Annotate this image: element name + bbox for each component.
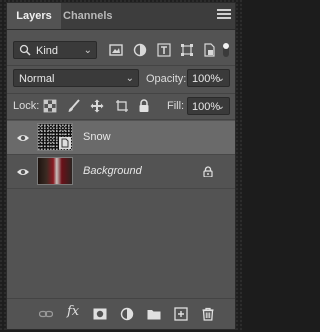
adjustment-filter-icon[interactable] <box>133 43 147 57</box>
divider <box>7 65 235 66</box>
layer-locked-icon[interactable] <box>203 166 213 177</box>
blend-mode-label: Normal <box>19 73 55 85</box>
layer-thumbnail-background <box>37 157 73 185</box>
divider <box>7 119 235 120</box>
link-layers-icon[interactable] <box>39 307 53 321</box>
new-adjustment-layer-icon[interactable] <box>120 307 134 321</box>
delete-layer-trash-icon[interactable] <box>201 307 215 321</box>
visibility-eye-icon[interactable] <box>16 167 30 177</box>
shape-filter-icon[interactable] <box>180 43 194 57</box>
search-icon <box>19 44 31 56</box>
lock-artboard-icon[interactable] <box>115 99 129 113</box>
layer-thumbnail-snow <box>37 123 73 151</box>
image-filter-icon[interactable] <box>109 43 123 57</box>
chevron-down-icon: ⌄ <box>216 73 225 84</box>
fill-label: Fill: <box>167 100 185 112</box>
lock-all-icon[interactable] <box>137 99 151 113</box>
smart-object-badge-icon <box>59 137 71 149</box>
add-layer-mask-icon[interactable] <box>93 307 107 321</box>
layer-name-background[interactable]: Background <box>83 165 142 177</box>
divider <box>7 93 235 94</box>
layers-bottom-toolbar: fx <box>7 298 235 329</box>
lock-position-move-icon[interactable] <box>90 99 104 113</box>
opacity-field[interactable]: 100% ⌄ <box>187 69 230 87</box>
lock-label: Lock: <box>13 100 40 112</box>
smart-object-filter-icon[interactable] <box>202 43 216 57</box>
new-group-folder-icon[interactable] <box>147 307 161 321</box>
tab-bar: Layers Channels <box>7 3 235 30</box>
blend-mode-dropdown[interactable]: Normal ⌄ <box>13 69 139 87</box>
lock-transparent-pixels-icon[interactable] <box>43 99 57 113</box>
layer-row-snow[interactable]: Snow <box>7 121 235 155</box>
layer-style-fx-icon[interactable]: fx <box>67 304 83 319</box>
chevron-down-icon: ⌄ <box>83 45 92 56</box>
chevron-down-icon: ⌄ <box>216 101 225 112</box>
filter-kind-dropdown[interactable]: Kind ⌄ <box>13 41 97 59</box>
tab-channels[interactable]: Channels <box>63 3 113 29</box>
new-layer-icon[interactable] <box>174 307 188 321</box>
visibility-eye-icon[interactable] <box>16 133 30 143</box>
filter-toggle[interactable] <box>223 43 229 57</box>
filter-kind-label: Kind <box>36 45 59 57</box>
lock-image-pixels-brush-icon[interactable] <box>67 99 81 113</box>
fill-field[interactable]: 100% ⌄ <box>187 97 230 115</box>
tab-layers[interactable]: Layers <box>7 3 61 29</box>
opacity-label: Opacity: <box>146 73 187 85</box>
type-filter-icon[interactable] <box>157 43 171 57</box>
chevron-down-icon: ⌄ <box>125 73 134 84</box>
layer-name-snow[interactable]: Snow <box>83 131 111 143</box>
layers-panel: Layers Channels Kind ⌄ Normal ⌄ Opacity:… <box>6 2 236 330</box>
layer-row-background[interactable]: Background <box>7 155 235 189</box>
panel-menu-icon[interactable] <box>217 9 231 21</box>
